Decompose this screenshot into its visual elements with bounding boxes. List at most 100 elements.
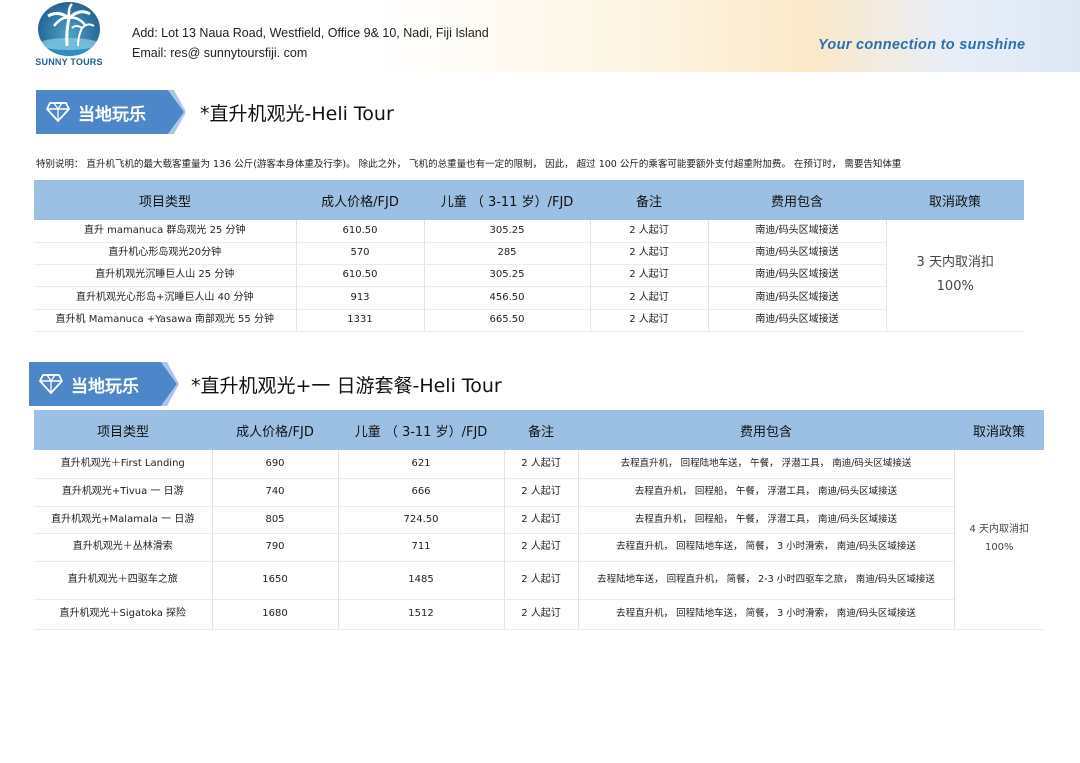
heli-daytrip-table: 项目类型 成人价格/FJD 儿童 （ 3-11 岁）/FJD 备注 费用包含 取… [34,410,1044,630]
section2-banner: 当地玩乐 *直升机观光+一 日游套餐-Heli Tour [29,362,589,406]
tour-note: 2 人起订 [504,533,579,562]
tour-name: 直升机 Mamanuca +Yasawa 南部观光 55 分钟 [34,309,297,332]
adult-price: 1650 [212,561,339,600]
tour-name: 直升机观光＋First Landing [34,450,213,479]
child-price: 285 [424,242,591,265]
adult-price: 805 [212,506,339,534]
tour-includes: 去程直升机， 回程陆地车送， 午餐， 浮潜工具， 南迪/码头区域接送 [578,450,955,479]
adult-price: 610.50 [296,264,425,287]
tour-includes: 去程直升机， 回程陆地车送， 简餐， 3 小时滑索， 南迪/码头区域接送 [578,599,954,630]
table-row: 直升机心形岛观光20分钟 570 285 2 人起订 南迪/码头区域接送 [34,242,1024,265]
tour-name: 直升机观光＋丛林滑索 [34,533,213,562]
company-address: Add: Lot 13 Naua Road, Westfield, Office… [132,26,489,40]
child-price: 1512 [338,599,505,630]
letterhead: SUNNY TOURS Add: Lot 13 Naua Road, Westf… [0,0,1080,72]
col-header-note: 备注 [504,410,578,450]
adult-price: 740 [212,478,339,507]
tour-includes: 去程直升机， 回程船， 午餐， 浮潜工具， 南迪/码头区域接送 [578,478,954,507]
table-row: 直升机观光＋四驱车之旅 1650 1485 2 人起订 去程陆地车送， 回程直升… [34,561,1044,600]
tour-includes: 南迪/码头区域接送 [708,220,887,243]
tour-note: 2 人起订 [504,506,579,534]
table-row: 直升机观光+Malamala 一 日游 805 724.50 2 人起订 去程直… [34,506,1044,534]
child-price: 665.50 [424,309,591,332]
special-note: 特别说明： 直升机飞机的最大载客重量为 136 公斤(游客本身体重及行李)。 除… [36,159,902,170]
child-price: 666 [338,478,505,507]
policy-line: 100% [984,542,1014,554]
col-header-child: 儿童 （ 3-11 岁）/FJD [424,180,590,220]
table-header-row: 项目类型 成人价格/FJD 儿童 （ 3-11 岁）/FJD 备注 费用包含 取… [34,410,1044,450]
adult-price: 1331 [296,309,425,332]
logo-text: SUNNY TOURS [35,57,103,67]
tour-name: 直升机观光沉睡巨人山 25 分钟 [34,264,297,287]
section2-badge: 当地玩乐 [71,377,139,397]
tour-note: 2 人起订 [504,599,579,630]
table-header-row: 项目类型 成人价格/FJD 儿童 （ 3-11 岁）/FJD 备注 费用包含 取… [34,180,1024,220]
col-header-type: 项目类型 [34,180,296,220]
cancel-policy: 3 天内取消扣 100% [885,220,1024,332]
section2-title: *直升机观光+一 日游套餐-Heli Tour [191,375,502,397]
slogan: Your connection to sunshine [818,37,1026,53]
policy-line: 100% [936,279,974,295]
table-row: 直升机观光＋Sigatoka 探险 1680 1512 2 人起订 去程直升机，… [34,599,1044,630]
table-row: 直升机 Mamanuca +Yasawa 南部观光 55 分钟 1331 665… [34,309,1024,332]
section1-title: *直升机观光-Heli Tour [200,103,394,125]
tour-note: 2 人起订 [504,561,579,600]
child-price: 305.25 [424,264,591,287]
col-header-includes: 费用包含 [708,180,886,220]
col-header-adult: 成人价格/FJD [212,410,338,450]
tour-name: 直升机心形岛观光20分钟 [34,242,297,265]
table-row: 直升机观光+Tivua 一 日游 740 666 2 人起订 去程直升机， 回程… [34,478,1044,507]
tour-includes: 南迪/码头区域接送 [708,286,886,310]
diamond-icon [39,374,63,394]
tour-name: 直升 mamanuca 群岛观光 25 分钟 [34,220,297,243]
tour-name: 直升机观光＋Sigatoka 探险 [34,599,213,630]
tour-includes: 去程直升机， 回程陆地车送， 简餐， 3 小时滑索， 南迪/码头区域接送 [578,533,954,562]
tour-includes: 南迪/码头区域接送 [708,309,886,332]
company-logo: SUNNY TOURS [34,2,104,68]
heli-tour-table: 项目类型 成人价格/FJD 儿童 （ 3-11 岁）/FJD 备注 费用包含 取… [34,180,1024,332]
palm-tree-icon [38,2,100,56]
section1-badge: 当地玩乐 [78,105,146,125]
table-row: 直升机观光＋First Landing 690 621 2 人起订 去程直升机，… [34,450,1044,630]
tour-note: 2 人起订 [590,309,709,332]
col-header-note: 备注 [590,180,708,220]
tour-note: 2 人起订 [504,478,579,507]
table-row: 直升机观光心形岛+沉睡巨人山 40 分钟 913 456.50 2 人起订 南迪… [34,286,1024,310]
adult-price: 1680 [212,599,339,630]
child-price: 305.25 [424,220,591,243]
tour-note: 2 人起订 [590,286,709,310]
adult-price: 790 [212,533,339,562]
child-price: 621 [338,450,505,479]
adult-price: 913 [296,286,425,310]
tour-note: 2 人起订 [504,450,579,479]
child-price: 456.50 [424,286,591,310]
col-header-child: 儿童 （ 3-11 岁）/FJD [338,410,504,450]
tour-name: 直升机观光＋四驱车之旅 [34,561,213,600]
tour-note: 2 人起订 [590,242,709,265]
tour-name: 直升机观光+Malamala 一 日游 [34,506,213,534]
policy-line: 3 天内取消扣 [916,255,994,271]
section1-banner: 当地玩乐 *直升机观光-Heli Tour [36,90,536,134]
tour-name: 直升机观光+Tivua 一 日游 [34,478,213,507]
adult-price: 570 [296,242,425,265]
cancel-policy: 4 天内取消扣 100% [953,450,1044,630]
tour-includes: 南迪/码头区域接送 [708,242,886,265]
col-header-policy: 取消政策 [886,180,1024,220]
adult-price: 690 [212,450,339,479]
table-row: 直升 mamanuca 群岛观光 25 分钟 610.50 305.25 2 人… [34,220,1024,332]
child-price: 724.50 [338,506,505,534]
table-row: 直升机观光＋丛林滑索 790 711 2 人起订 去程直升机， 回程陆地车送， … [34,533,1044,562]
tour-includes: 去程直升机， 回程船， 午餐， 浮潜工具， 南迪/码头区域接送 [578,506,954,534]
col-header-policy: 取消政策 [954,410,1044,450]
policy-line: 4 天内取消扣 [969,524,1030,536]
tour-includes: 去程陆地车送， 回程直升机， 简餐， 2-3 小时四驱车之旅， 南迪/码头区域接… [578,561,954,600]
col-header-type: 项目类型 [34,410,212,450]
table-row: 直升机观光沉睡巨人山 25 分钟 610.50 305.25 2 人起订 南迪/… [34,264,1024,287]
col-header-adult: 成人价格/FJD [296,180,424,220]
tour-name: 直升机观光心形岛+沉睡巨人山 40 分钟 [34,286,297,310]
tour-includes: 南迪/码头区域接送 [708,264,886,287]
tour-note: 2 人起订 [590,220,709,243]
adult-price: 610.50 [296,220,425,243]
diamond-icon [46,102,70,122]
company-email: Email: res@ sunnytoursfiji. com [132,46,308,60]
